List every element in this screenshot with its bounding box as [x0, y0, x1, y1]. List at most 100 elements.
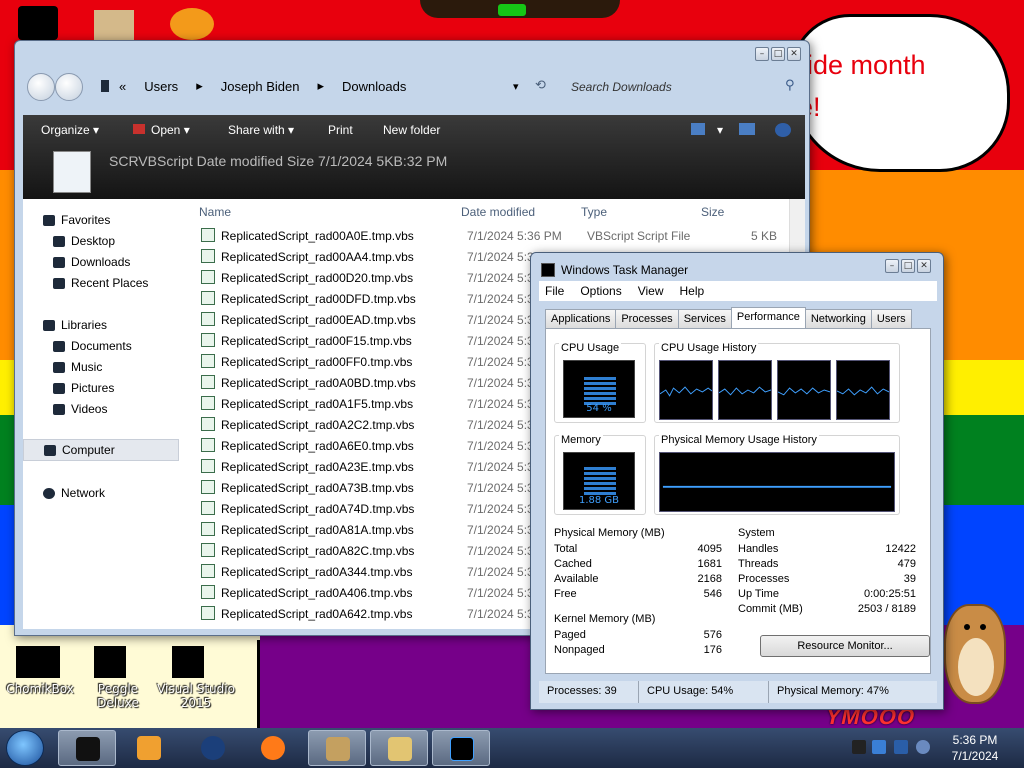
print-button[interactable]: Print	[328, 123, 353, 137]
file-name: ReplicatedScript_rad0A344.tmp.vbs	[221, 565, 413, 579]
nav-favorites[interactable]: Favorites	[43, 213, 110, 227]
nav-network[interactable]: Network	[43, 486, 105, 500]
start-button[interactable]	[6, 730, 44, 766]
search-icon[interactable]: ⚲	[785, 78, 795, 93]
memory-history-graph	[659, 452, 895, 512]
menu-help[interactable]: Help	[680, 284, 705, 301]
taskbar-chomikbox-button[interactable]	[308, 730, 366, 766]
desktop-icon[interactable]	[170, 8, 214, 40]
desktop-icon[interactable]	[18, 6, 58, 40]
vbs-file-icon	[201, 396, 215, 410]
table-row[interactable]: ReplicatedScript_rad00A0E.tmp.vbs 7/1/202…	[199, 225, 799, 246]
menu-file[interactable]: File	[545, 284, 564, 301]
vbs-file-icon	[201, 522, 215, 536]
wallpaper-light	[498, 4, 526, 16]
tab-users[interactable]: Users	[870, 309, 912, 329]
physical-row-label: Cached	[554, 558, 592, 570]
breadcrumb-users[interactable]: Users	[144, 79, 178, 94]
taskbar-explorer-button[interactable]	[58, 730, 116, 766]
search-input[interactable]: Search Downloads	[563, 71, 803, 101]
file-date: 7/1/2024 5:36 PM	[467, 229, 562, 243]
back-button[interactable]	[27, 73, 55, 101]
help-icon[interactable]	[775, 123, 791, 137]
tab-performance[interactable]: Performance	[730, 307, 806, 329]
tray-icon[interactable]	[872, 740, 886, 754]
nav-videos[interactable]: Videos	[53, 402, 107, 416]
computer-icon	[44, 445, 56, 457]
tab-networking[interactable]: Networking	[804, 309, 872, 329]
media-player-icon	[137, 736, 161, 760]
dropdown-arrow-icon[interactable]: ▾	[513, 80, 519, 93]
column-name[interactable]: Name	[199, 205, 231, 219]
address-bar[interactable]: « Users ▸ Joseph Biden ▸ Downloads	[101, 71, 551, 101]
view-dropdown-icon[interactable]: ▾	[717, 123, 723, 137]
status-memory: Physical Memory: 47%	[777, 685, 889, 697]
tab-services[interactable]: Services	[677, 309, 732, 329]
close-button[interactable]: ✕	[917, 259, 931, 273]
peggle-icon[interactable]	[94, 646, 126, 678]
taskbar-taskmgr-button[interactable]	[432, 730, 490, 766]
vbs-file-icon	[201, 249, 215, 263]
nav-computer[interactable]: Computer	[23, 439, 179, 461]
nav-pictures[interactable]: Pictures	[53, 381, 114, 395]
task-manager-window[interactable]: Windows Task Manager – □ ✕ File Options …	[530, 252, 944, 710]
close-button[interactable]: ✕	[787, 47, 801, 61]
vbs-file-icon	[201, 417, 215, 431]
taskbar-media-button[interactable]	[120, 730, 178, 766]
minimize-button[interactable]: –	[885, 259, 899, 273]
volume-tray-icon[interactable]	[916, 740, 930, 754]
view-icon[interactable]	[691, 123, 705, 135]
nav-music[interactable]: Music	[53, 360, 102, 374]
breadcrumb-downloads[interactable]: Downloads	[342, 79, 406, 94]
chomikbox-icon[interactable]	[16, 646, 60, 678]
desktop-icon-label[interactable]: Visual Studio 2015	[154, 682, 238, 710]
memory-label: Memory	[559, 434, 603, 446]
taskbar-globe-button[interactable]	[184, 730, 242, 766]
cpu-history-group: CPU Usage History	[654, 342, 900, 423]
tray-icon[interactable]	[852, 740, 866, 754]
memory-history-group: Physical Memory Usage History	[654, 434, 900, 515]
nav-desktop[interactable]: Desktop	[53, 234, 115, 248]
open-button[interactable]: Open ▾	[133, 123, 190, 137]
desktop-icon[interactable]	[94, 10, 134, 40]
desktop-icon-label[interactable]: ChomikBox	[0, 682, 80, 696]
nav-documents[interactable]: Documents	[53, 339, 132, 353]
nav-libraries[interactable]: Libraries	[43, 318, 107, 332]
visual-studio-icon[interactable]	[172, 646, 204, 678]
chevron-left-icon: «	[119, 78, 127, 94]
column-type[interactable]: Type	[581, 205, 607, 219]
column-size[interactable]: Size	[701, 205, 724, 219]
taskbar-folder-button[interactable]	[370, 730, 428, 766]
kernel-row-label: Nonpaged	[554, 644, 605, 656]
desktop-icon-label[interactable]: Peggle Deluxe	[78, 682, 158, 710]
refresh-icon[interactable]: ⟲	[535, 78, 546, 93]
organize-button[interactable]: Organize ▾	[41, 123, 99, 137]
nav-downloads[interactable]: Downloads	[53, 255, 130, 269]
share-button[interactable]: Share with ▾	[228, 123, 294, 137]
maximize-button[interactable]: □	[901, 259, 915, 273]
taskbar-firefox-button[interactable]	[244, 730, 302, 766]
menu-options[interactable]: Options	[580, 284, 621, 301]
cpu-usage-value: 54 %	[586, 403, 612, 414]
forward-button[interactable]	[55, 73, 83, 101]
breadcrumb-user[interactable]: Joseph Biden	[221, 79, 300, 94]
system-title: System	[738, 527, 775, 539]
details-pane-text: SCRVBScript Date modified Size 7/1/2024 …	[109, 153, 448, 169]
maximize-button[interactable]: □	[771, 47, 785, 61]
preview-pane-icon[interactable]	[739, 123, 755, 135]
videos-icon	[53, 404, 65, 416]
music-icon	[53, 362, 65, 374]
menu-view[interactable]: View	[638, 284, 664, 301]
star-icon	[43, 215, 55, 227]
minimize-button[interactable]: –	[755, 47, 769, 61]
column-date[interactable]: Date modified	[461, 205, 535, 219]
tab-processes[interactable]: Processes	[615, 309, 679, 329]
tab-applications[interactable]: Applications	[545, 309, 617, 329]
resource-monitor-button[interactable]: Resource Monitor...	[760, 635, 930, 657]
new-folder-button[interactable]: New folder	[383, 123, 440, 137]
libraries-icon	[43, 320, 55, 332]
nav-recent[interactable]: Recent Places	[53, 276, 148, 290]
clock[interactable]: 5:36 PM 7/1/2024	[936, 732, 1014, 764]
network-icon	[43, 488, 55, 500]
network-tray-icon[interactable]	[894, 740, 908, 754]
